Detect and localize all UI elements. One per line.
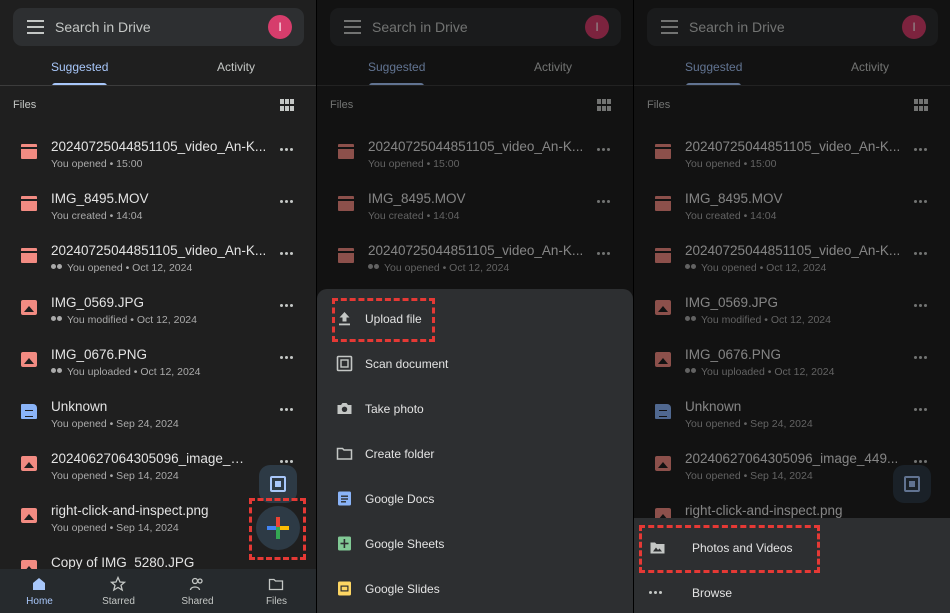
menu-label: Take photo [365,402,424,416]
file-name: 20240627064305096_image_449... [51,451,249,466]
tab-suggested[interactable]: Suggested [51,60,108,74]
file-row[interactable]: Unknown You opened • Sep 24, 2024 [0,391,316,443]
file-row[interactable]: 20240725044851105_video_An-K... You open… [0,131,316,183]
file-row[interactable]: IMG_0676.PNG You uploaded • Oct 12, 2024 [0,339,316,391]
image-icon [21,300,37,315]
nav-label: Home [26,596,53,607]
menu-google-docs[interactable]: Google Docs [317,477,633,521]
file-meta-text: You uploaded • Oct 12, 2024 [67,366,201,378]
folder-icon [268,578,284,591]
tabs-divider [0,85,316,86]
scan-icon [270,476,286,492]
doc-icon [21,404,37,419]
google-slides-icon [338,581,351,596]
nav-files[interactable]: Files [237,569,316,613]
nav-shared[interactable]: Shared [158,569,237,613]
highlight-upload-file [332,298,435,342]
star-icon [110,576,126,592]
more-icon[interactable] [280,304,294,308]
home-icon [33,578,45,590]
video-icon [21,196,37,211]
menu-label: Google Sheets [365,537,445,551]
menu-google-slides[interactable]: Google Slides [317,567,633,611]
nav-label: Shared [181,596,214,607]
file-name: IMG_0569.JPG [51,295,145,310]
grid-view-icon[interactable] [280,99,294,111]
shared-icon [51,368,63,376]
menu-label: Browse [692,586,733,600]
avatar[interactable]: I [268,15,292,39]
menu-scan-document[interactable]: Scan document [317,342,633,386]
menu-label: Scan document [365,357,449,371]
file-meta-text: You modified • Oct 12, 2024 [67,314,197,326]
file-meta: You opened • Oct 12, 2024 [51,262,192,274]
file-meta: You uploaded • Oct 12, 2024 [51,366,200,378]
file-meta: You created • 14:04 [51,210,143,222]
more-icon[interactable] [280,460,294,464]
nav-starred[interactable]: Starred [79,569,158,613]
new-menu-panel: Search in Drive I Suggested Activity Fil… [317,0,633,613]
more-icon[interactable] [280,200,294,204]
file-name: IMG_0676.PNG [51,347,148,362]
more-icon[interactable] [280,252,294,256]
more-icon[interactable] [280,356,294,360]
upload-menu-panel: Search in Drive I Suggested Activity Fil… [634,0,950,613]
video-icon [21,144,37,159]
menu-label: Google Docs [365,492,435,506]
file-name: 20240725044851105_video_An-K... [51,243,267,258]
file-row[interactable]: 20240725044851105_video_An-K... You open… [0,235,316,287]
file-meta-text: You opened • Oct 12, 2024 [67,262,193,274]
more-icon[interactable] [280,408,294,412]
menu-google-sheets[interactable]: Google Sheets [317,522,633,566]
file-meta: You opened • Sep 14, 2024 [51,522,179,534]
file-row[interactable]: IMG_0569.JPG You modified • Oct 12, 2024 [0,287,316,339]
google-sheets-icon [338,536,351,551]
highlight-new-fab [249,498,306,560]
file-meta: You opened • 15:00 [51,158,143,170]
image-icon [21,352,37,367]
drive-home-panel: Search in Drive I Suggested Activity Fil… [0,0,316,613]
folder-icon [336,447,353,460]
menu-take-photo[interactable]: Take photo [317,387,633,431]
file-name: Unknown [51,399,108,414]
highlight-photos-and-videos [639,525,820,573]
menu-browse[interactable]: Browse [634,571,950,613]
image-icon [21,456,37,471]
file-meta: You modified • Oct 12, 2024 [51,314,197,326]
menu-label: Google Slides [365,582,440,596]
nav-label: Starred [102,596,135,607]
scan-icon [336,355,353,372]
people-icon [189,577,203,591]
menu-icon[interactable] [27,20,44,34]
file-row[interactable]: IMG_8495.MOV You created • 14:04 [0,183,316,235]
search-bar[interactable]: Search in Drive I [13,8,304,46]
image-icon [21,508,37,523]
nav-label: Files [265,596,288,607]
file-name: IMG_8495.MOV [51,191,149,206]
shared-icon [51,316,63,324]
camera-icon [337,403,352,414]
tab-activity[interactable]: Activity [217,60,255,74]
file-meta: You opened • Sep 14, 2024 [51,470,179,482]
google-docs-icon [338,491,351,506]
file-name: Copy of IMG_5280.JPG [51,555,195,570]
bottom-nav: Home Starred Shared Files [0,569,316,613]
shared-icon [51,264,63,272]
video-icon [21,248,37,263]
search-placeholder: Search in Drive [55,19,151,35]
file-name: 20240725044851105_video_An-K... [51,139,267,154]
menu-label: Create folder [365,447,435,461]
more-icon [649,591,663,595]
menu-create-folder[interactable]: Create folder [317,432,633,476]
files-label: Files [13,99,37,111]
file-name: right-click-and-inspect.png [51,503,209,518]
more-icon[interactable] [280,148,294,152]
nav-home[interactable]: Home [0,569,79,613]
file-meta: You opened • Sep 24, 2024 [51,418,179,430]
